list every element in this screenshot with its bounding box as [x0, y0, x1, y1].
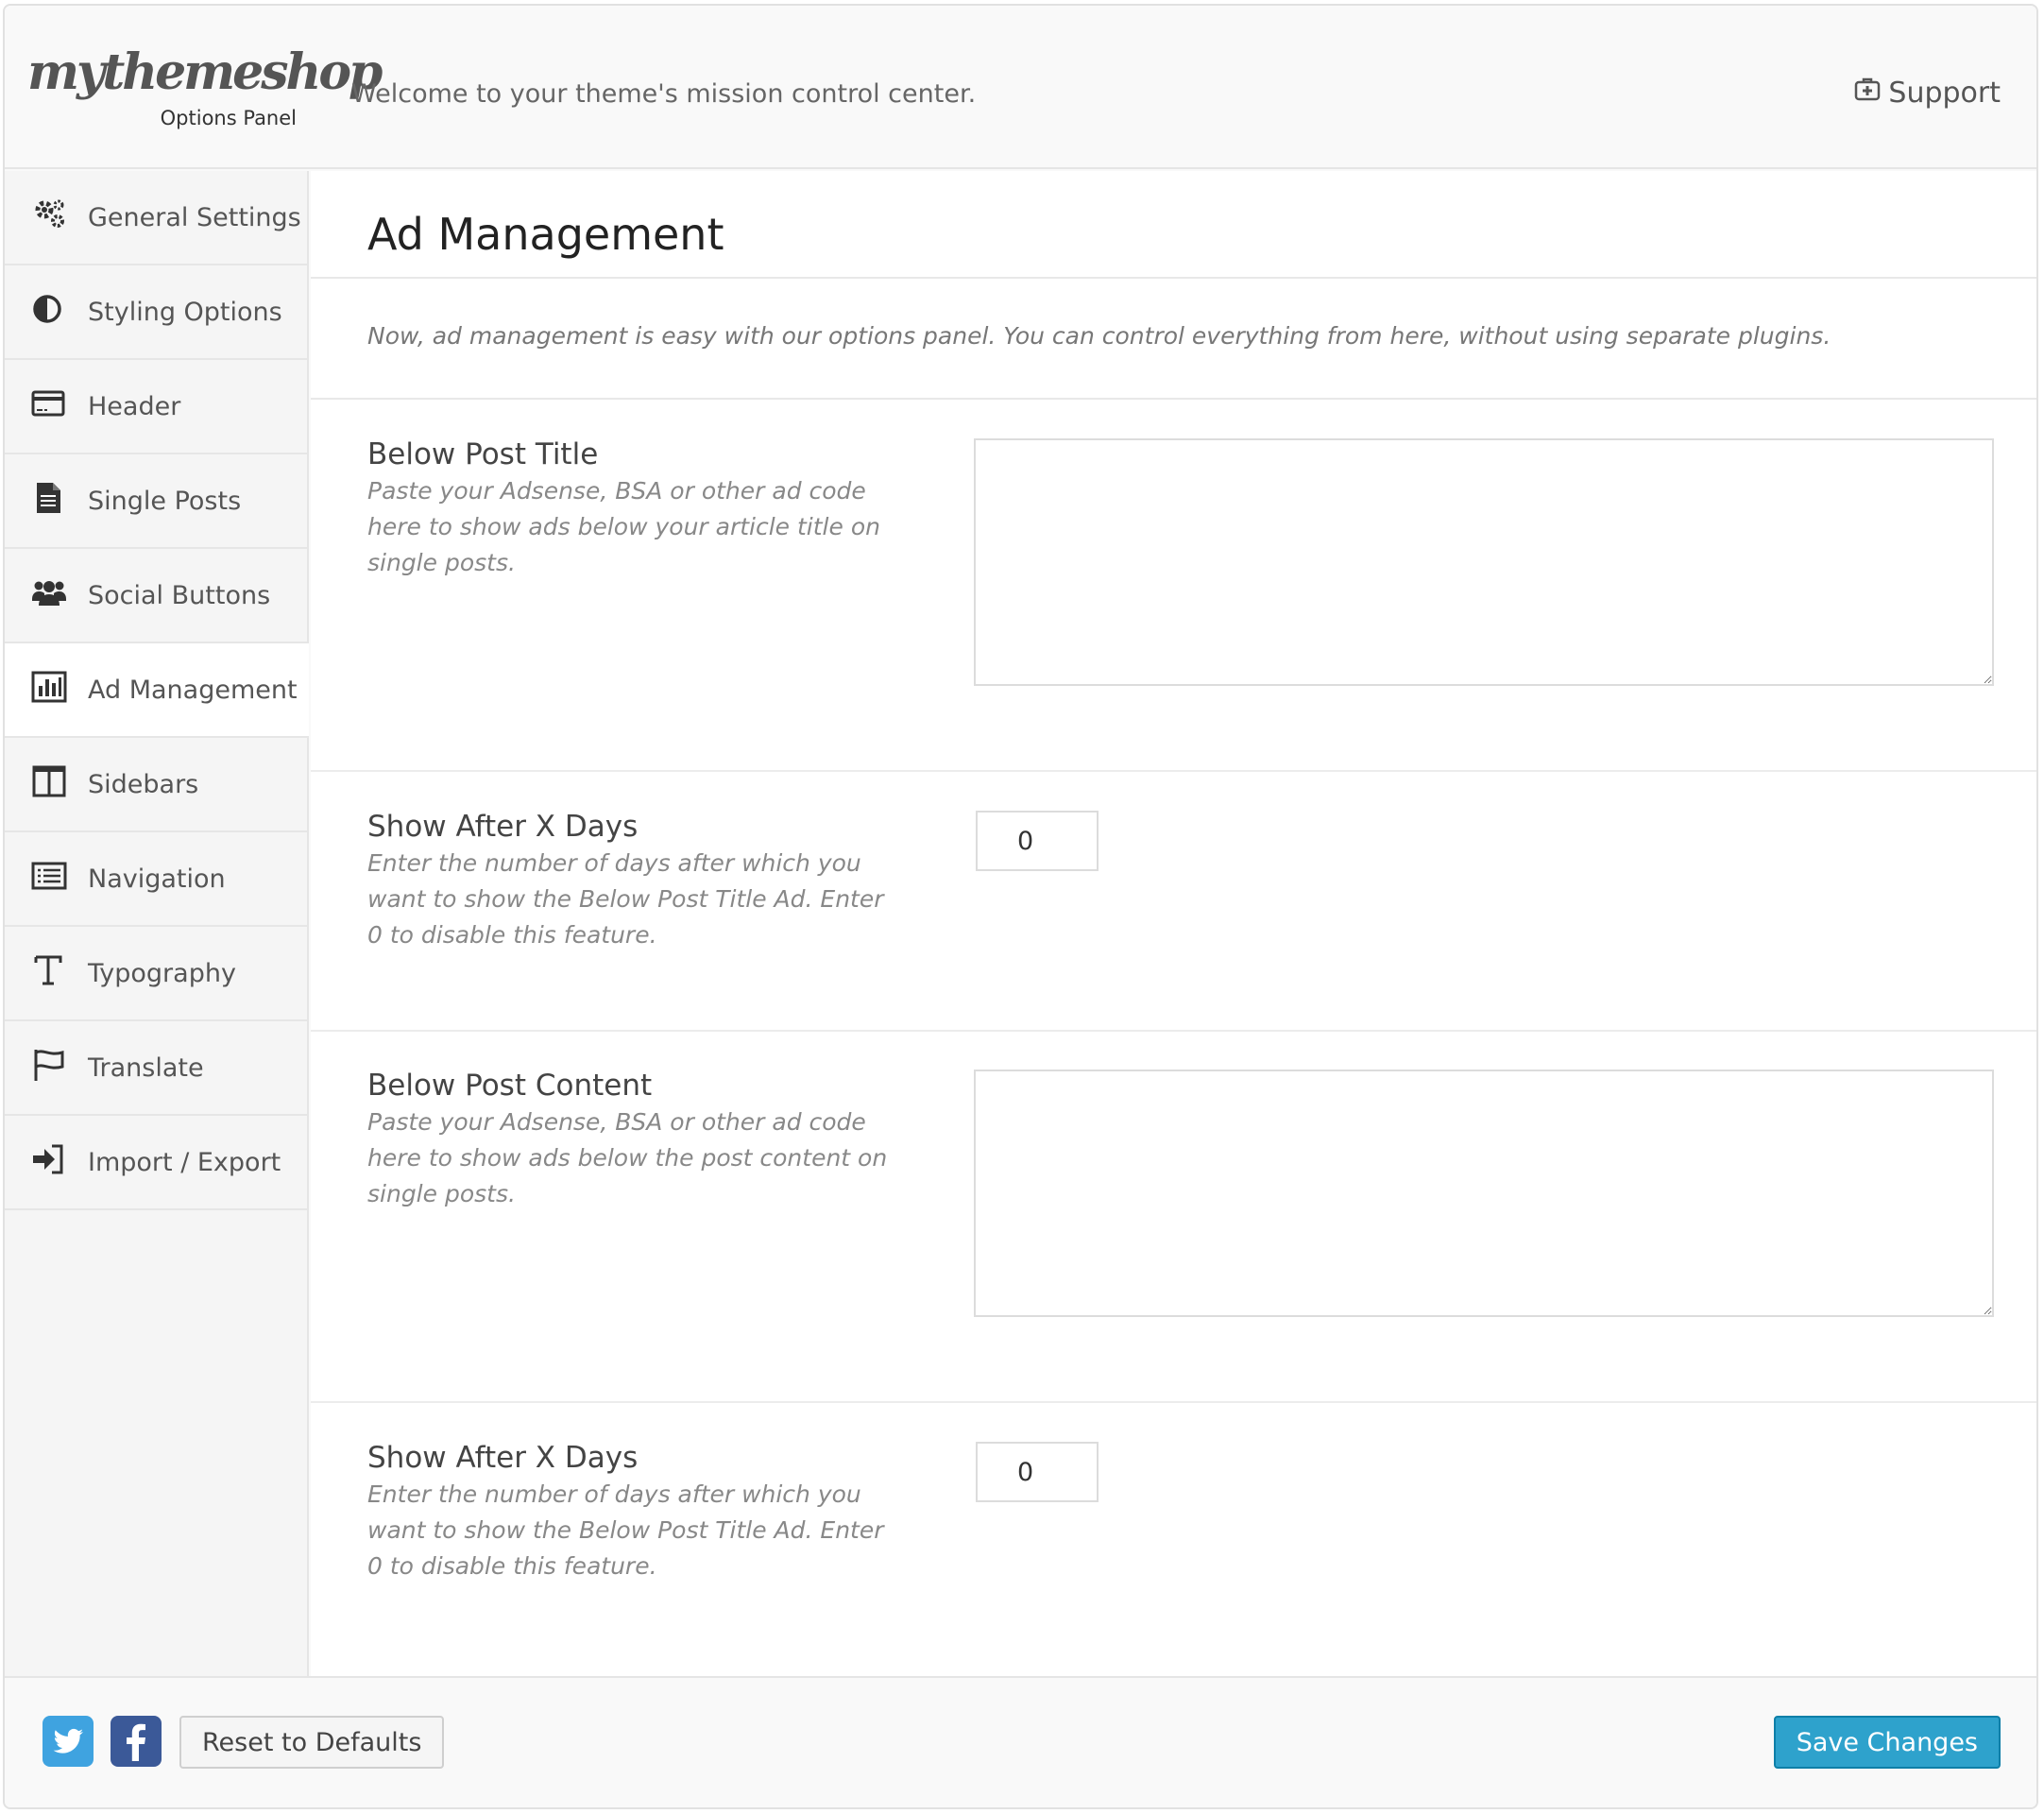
flag-icon	[31, 1047, 88, 1089]
show-after-days-content-input[interactable]	[976, 1442, 1099, 1502]
option-description-show-after-days-content: Enter the number of days after which you…	[367, 1480, 884, 1580]
sidebar-item-label: Navigation	[88, 864, 226, 894]
option-label-show-after-days-content: Show After X Days	[367, 1441, 639, 1475]
sidebar-item-header[interactable]: Header	[5, 360, 307, 454]
sidebar-item-label: Ad Management	[88, 675, 298, 705]
twitter-button[interactable]	[43, 1716, 94, 1767]
divider	[311, 277, 2036, 279]
below-post-title-textarea[interactable]	[974, 438, 1994, 686]
panel-footer: Reset to Defaults Save Changes	[5, 1676, 2036, 1807]
sidebar: General Settings Styling Options Header …	[5, 171, 309, 1676]
contrast-icon	[31, 291, 88, 334]
sidebar-item-label: Styling Options	[88, 297, 282, 327]
list-icon	[31, 858, 88, 900]
support-label: Support	[1888, 76, 2001, 110]
sidebar-item-label: Import / Export	[88, 1147, 281, 1177]
main-content: Ad Management Now, ad management is easy…	[311, 171, 2036, 1676]
sidebar-item-social-buttons[interactable]: Social Buttons	[5, 549, 307, 643]
sidebar-item-typography[interactable]: Typography	[5, 927, 307, 1021]
below-post-content-textarea[interactable]	[974, 1070, 1994, 1317]
facebook-icon	[111, 1723, 162, 1771]
divider	[311, 1030, 2036, 1032]
page-title: Ad Management	[367, 209, 724, 260]
medkit-icon	[1854, 76, 1881, 110]
sidebar-item-label: Social Buttons	[88, 580, 271, 610]
option-label-below-post-content: Below Post Content	[367, 1069, 653, 1103]
document-icon	[31, 480, 88, 522]
save-changes-button[interactable]: Save Changes	[1773, 1716, 2001, 1769]
sidebar-item-label: Sidebars	[88, 769, 199, 799]
welcome-text: Welcome to your theme's mission control …	[351, 79, 977, 109]
sidebar-item-sidebars[interactable]: Sidebars	[5, 738, 307, 832]
gears-icon	[31, 197, 88, 239]
support-link[interactable]: Support	[1854, 76, 2001, 110]
bar-chart-icon	[31, 669, 88, 711]
header-card-icon	[31, 385, 88, 428]
sidebar-item-label: Header	[88, 391, 181, 421]
sidebar-item-general-settings[interactable]: General Settings	[5, 171, 307, 265]
option-label-below-post-title: Below Post Title	[367, 437, 599, 471]
option-description-show-after-days: Enter the number of days after which you…	[367, 849, 884, 949]
logo-wordmark: mythemeshop	[27, 43, 383, 101]
reset-defaults-button[interactable]: Reset to Defaults	[179, 1716, 445, 1769]
show-after-days-input[interactable]	[976, 811, 1099, 871]
users-icon	[31, 574, 88, 617]
text-icon	[31, 952, 88, 995]
section-intro: Now, ad management is easy with our opti…	[367, 322, 1831, 350]
sidebar-item-ad-management[interactable]: Ad Management	[5, 643, 309, 738]
sidebar-item-translate[interactable]: Translate	[5, 1021, 307, 1116]
facebook-button[interactable]	[111, 1716, 162, 1767]
option-label-show-after-days: Show After X Days	[367, 810, 639, 844]
columns-icon	[31, 763, 88, 806]
panel-header: mythemeshop Options Panel Welcome to you…	[5, 6, 2036, 169]
option-description-below-post-title: Paste your Adsense, BSA or other ad code…	[367, 477, 880, 576]
sidebar-item-label: Typography	[88, 958, 236, 988]
logo: mythemeshop Options Panel	[27, 43, 383, 138]
logo-subtitle: Options Panel	[160, 107, 297, 129]
sidebar-item-navigation[interactable]: Navigation	[5, 832, 307, 927]
sidebar-item-styling-options[interactable]: Styling Options	[5, 265, 307, 360]
sidebar-item-label: General Settings	[88, 202, 301, 232]
sidebar-item-single-posts[interactable]: Single Posts	[5, 454, 307, 549]
sign-in-icon	[31, 1141, 88, 1184]
divider	[311, 398, 2036, 400]
twitter-icon	[43, 1728, 94, 1771]
option-description-below-post-content: Paste your Adsense, BSA or other ad code…	[367, 1108, 888, 1207]
sidebar-item-import-export[interactable]: Import / Export	[5, 1116, 307, 1210]
divider	[311, 770, 2036, 772]
options-panel: mythemeshop Options Panel Welcome to you…	[3, 4, 2038, 1809]
sidebar-item-label: Single Posts	[88, 486, 242, 516]
sidebar-item-label: Translate	[88, 1052, 204, 1083]
divider	[311, 1401, 2036, 1403]
